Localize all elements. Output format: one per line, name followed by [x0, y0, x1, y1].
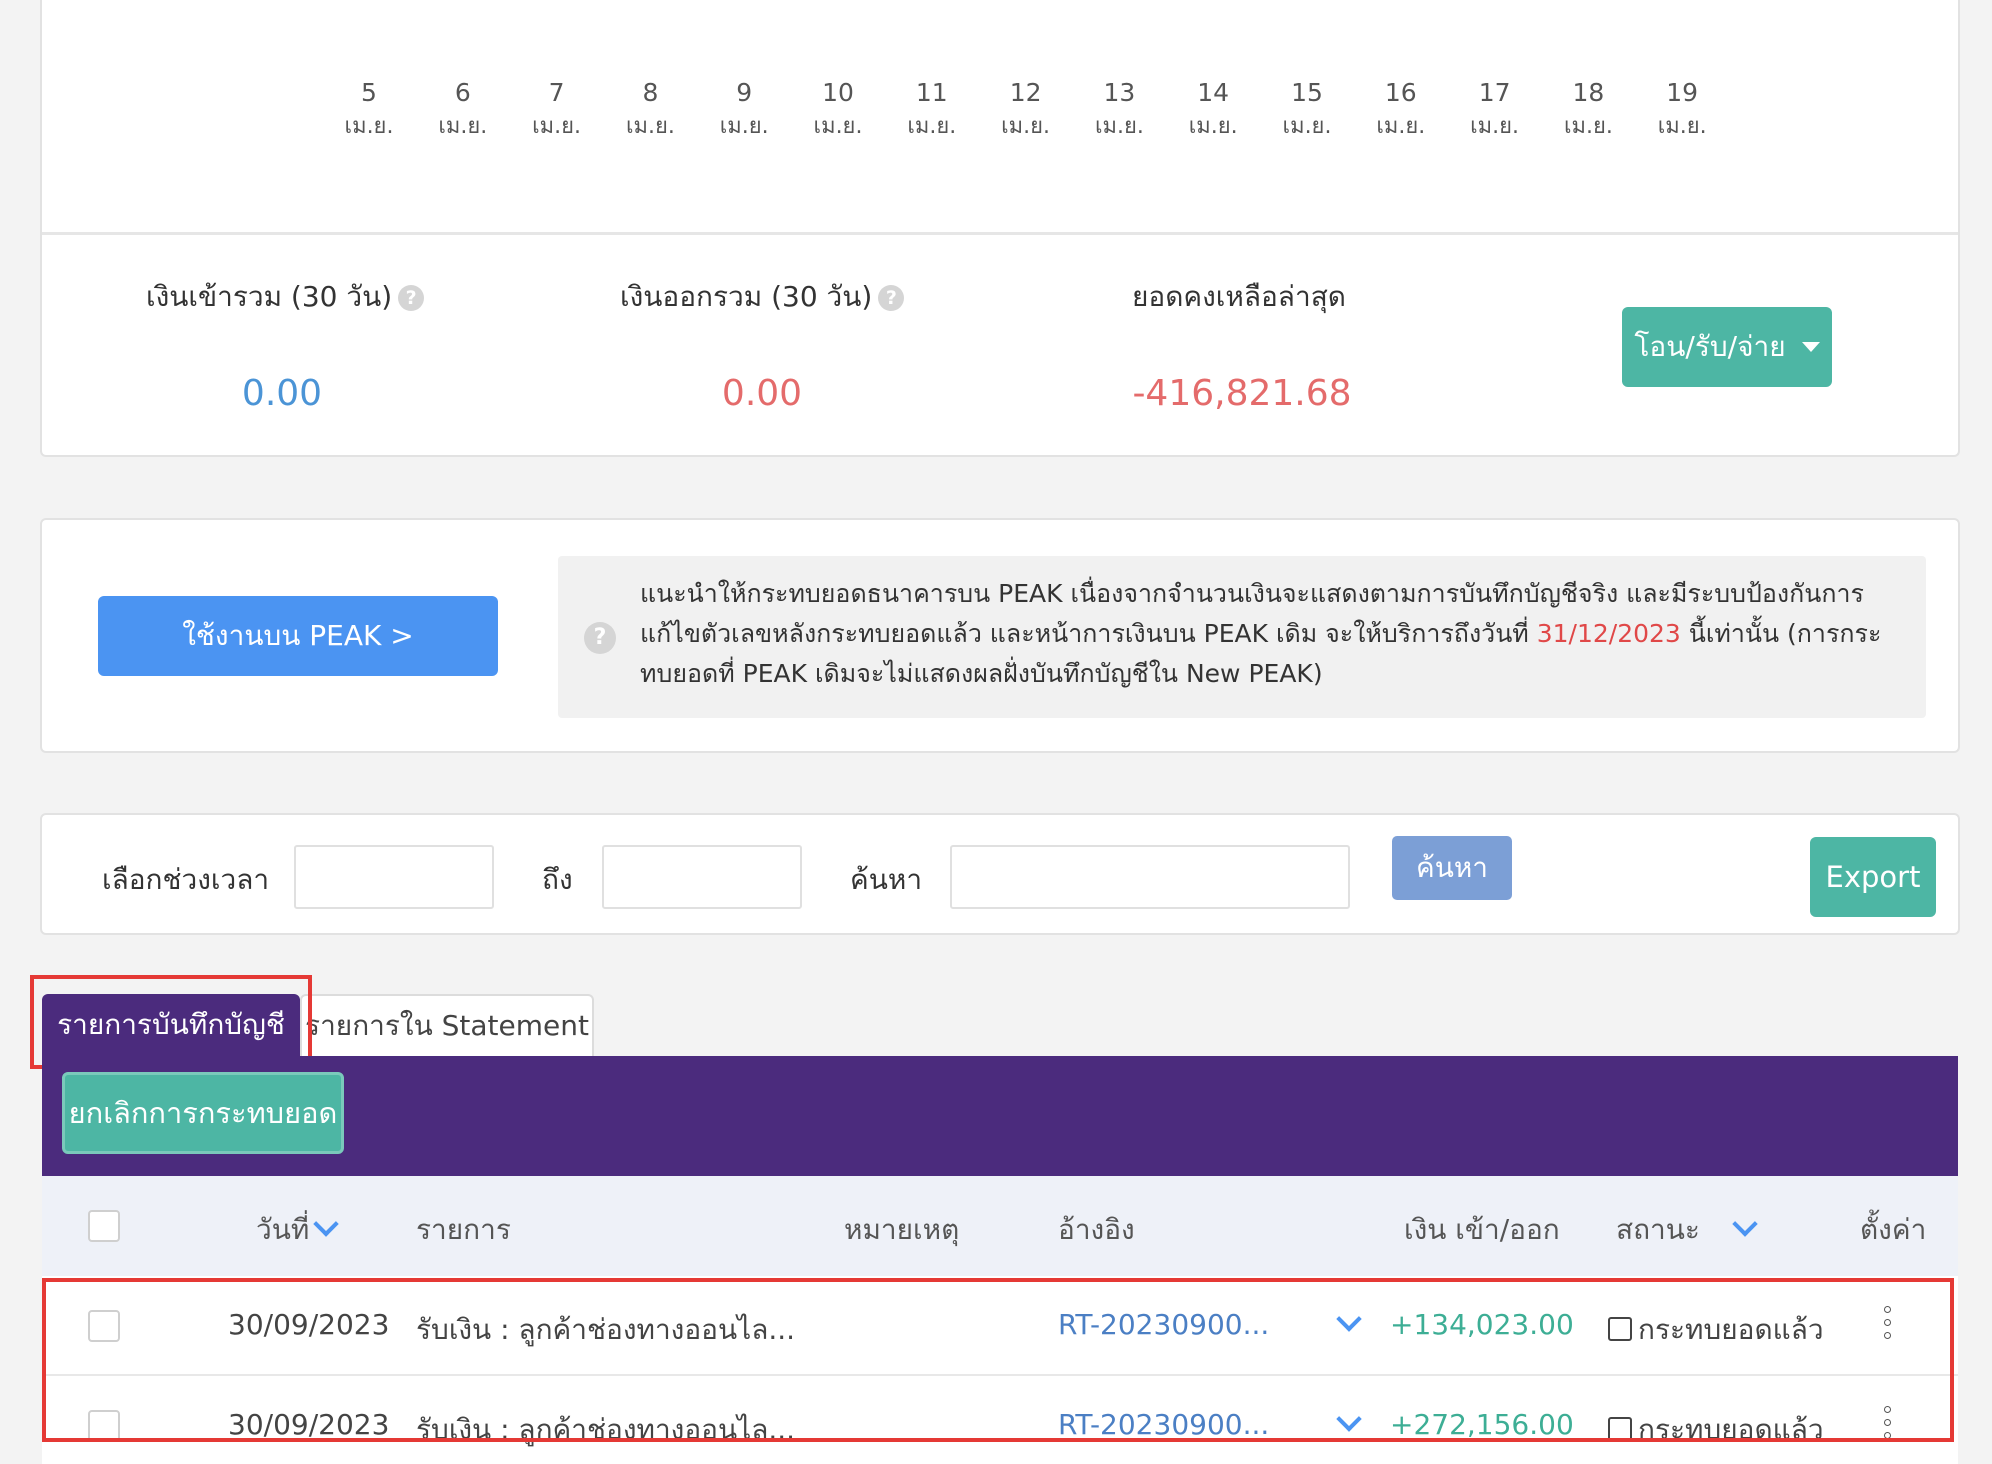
date-tick-day: 19 — [1666, 78, 1699, 107]
date-tick-month: เม.ย. — [1282, 114, 1332, 139]
date-tick-month: เม.ย. — [1657, 114, 1707, 139]
header-status[interactable]: สถานะ — [1616, 1208, 1758, 1252]
date-tick-day: 9 — [736, 78, 753, 107]
select-all-checkbox[interactable] — [88, 1210, 120, 1242]
export-button[interactable]: Export — [1810, 837, 1936, 917]
date-tick: 15 เม.ย. — [1267, 76, 1347, 144]
header-item: รายการ — [416, 1213, 511, 1246]
search-button[interactable]: ค้นหา — [1392, 836, 1512, 900]
date-tick-month: เม.ย. — [1094, 114, 1144, 139]
date-tick-day: 13 — [1103, 78, 1136, 107]
date-tick: 12 เม.ย. — [986, 76, 1066, 144]
date-tick-day: 6 — [454, 78, 471, 107]
date-from-input[interactable] — [294, 845, 494, 909]
date-tick-month: เม.ย. — [532, 114, 582, 139]
date-tick-month: เม.ย. — [907, 114, 957, 139]
header-amount: เงิน เข้า/ออก — [1404, 1213, 1560, 1246]
date-tick: 13 เม.ย. — [1079, 76, 1159, 144]
date-tick-day: 15 — [1291, 78, 1323, 107]
date-tick: 16 เม.ย. — [1361, 76, 1441, 144]
date-tick-day: 10 — [822, 78, 854, 107]
date-tick-day: 5 — [361, 78, 377, 107]
divider — [42, 232, 1958, 235]
expense-value: 0.00 — [721, 373, 803, 414]
date-tick-day: 14 — [1197, 78, 1230, 107]
date-tick-month: เม.ย. — [813, 114, 863, 139]
cancel-reconcile-button[interactable]: ยกเลิกการกระทบยอด — [62, 1072, 344, 1154]
date-tick-month: เม.ย. — [1563, 114, 1613, 139]
header-ref: อ้างอิง — [1058, 1213, 1135, 1246]
notice-box: ? แนะนำให้กระทบยอดธนาคารบน PEAK เนื่องจา… — [558, 556, 1926, 718]
income-label-group: เงินเข้ารวม (30 วัน)? — [146, 275, 425, 319]
date-tick: 14 เม.ย. — [1173, 76, 1253, 144]
tab-statement[interactable]: รายการใน Statement — [300, 994, 594, 1056]
chevron-down-icon — [1732, 1211, 1758, 1237]
date-tick-day: 7 — [548, 78, 565, 107]
transfer-dropdown-button[interactable]: โอน/รับ/จ่าย — [1622, 307, 1832, 387]
date-tick-month: เม.ย. — [344, 114, 394, 139]
header-status-label: สถานะ — [1616, 1213, 1700, 1246]
search-input[interactable] — [950, 845, 1350, 909]
peak-notice-card: ใช้งานบน PEAK > ? แนะนำให้กระทบยอดธนาคาร… — [40, 518, 1960, 753]
date-tick: 18 เม.ย. — [1548, 76, 1628, 144]
date-tick-month: เม.ย. — [719, 114, 769, 139]
date-tick: 6 เม.ย. — [423, 76, 503, 144]
date-tick-day: 11 — [915, 78, 948, 107]
date-tick-month: เม.ย. — [625, 114, 675, 139]
date-tick-month: เม.ย. — [1001, 114, 1051, 139]
date-to-input[interactable] — [602, 845, 802, 909]
header-settings: ตั้งค่า — [1860, 1213, 1927, 1246]
header-note: หมายเหตุ — [844, 1213, 960, 1246]
action-bar: ยกเลิกการกระทบยอด — [42, 1056, 1958, 1176]
date-tick-day: 17 — [1478, 78, 1511, 107]
date-tick-month: เม.ย. — [1376, 114, 1426, 139]
date-tick: 5 เม.ย. — [329, 76, 409, 144]
notice-date: 31/12/2023 — [1536, 619, 1681, 648]
expense-label-group: เงินออกรวม (30 วัน)? — [620, 275, 905, 319]
date-tick: 17 เม.ย. — [1455, 76, 1535, 144]
header-date-label: วันที่ — [256, 1213, 310, 1246]
caret-down-icon — [1801, 342, 1820, 352]
use-on-peak-button[interactable]: ใช้งานบน PEAK > — [98, 596, 498, 676]
date-tick-month: เม.ย. — [438, 114, 488, 139]
date-tick: 9 เม.ย. — [704, 76, 784, 144]
date-tick: 19 เม.ย. — [1642, 76, 1722, 144]
chevron-down-icon — [313, 1211, 340, 1237]
expense-label: เงินออกรวม (30 วัน) — [620, 280, 873, 313]
question-icon: ? — [584, 622, 616, 654]
highlight-frame — [30, 975, 312, 1069]
to-label: ถึง — [542, 863, 573, 896]
income-label: เงินเข้ารวม (30 วัน) — [146, 280, 393, 313]
date-tick-day: 16 — [1384, 78, 1417, 107]
date-tick: 11 เม.ย. — [892, 76, 972, 144]
date-tick-day: 8 — [642, 78, 659, 107]
help-icon[interactable]: ? — [878, 285, 905, 311]
date-tick: 8 เม.ย. — [610, 76, 690, 144]
date-tick: 10 เม.ย. — [798, 76, 878, 144]
income-value: 0.00 — [241, 373, 323, 414]
help-icon[interactable]: ? — [398, 285, 425, 311]
date-tick: 7 เม.ย. — [517, 76, 597, 144]
table-header: วันที่ รายการ หมายเหตุ อ้างอิง เงิน เข้า… — [42, 1176, 1958, 1276]
notice-text: แนะนำให้กระทบยอดธนาคารบน PEAK เนื่องจากจ… — [640, 574, 1910, 694]
date-tick-month: เม.ย. — [1188, 114, 1238, 139]
transfer-button-label: โอน/รับ/จ่าย — [1634, 330, 1786, 363]
filter-card: เลือกช่วงเวลา ถึง ค้นหา ค้นหา Export — [40, 813, 1960, 935]
search-label: ค้นหา — [850, 863, 923, 896]
highlight-frame — [42, 1278, 1954, 1442]
balance-value: -416,821.68 — [1132, 373, 1352, 414]
header-date[interactable]: วันที่ — [256, 1208, 340, 1252]
balance-label: ยอดคงเหลือล่าสุด — [1132, 280, 1346, 313]
summary-card: 5 เม.ย. 6 เม.ย. 7 เม.ย. 8 เม.ย. 9 เม.ย. 10 เม.ย. 11 เ… — [40, 0, 1960, 457]
period-label: เลือกช่วงเวลา — [102, 863, 270, 896]
date-tick-day: 12 — [1009, 78, 1042, 107]
date-tick-month: เม.ย. — [1470, 114, 1520, 139]
date-tick-day: 18 — [1572, 78, 1605, 107]
